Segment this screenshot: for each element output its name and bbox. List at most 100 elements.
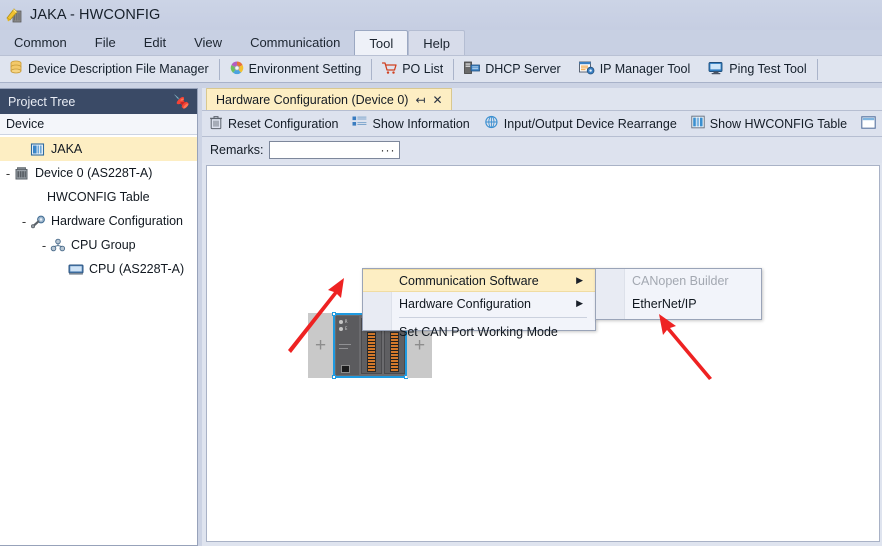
menu-communication[interactable]: Communication xyxy=(236,30,354,55)
selection-handle[interactable] xyxy=(332,375,336,379)
ribbon-device-description-file-manager[interactable]: Device Description File Manager xyxy=(0,56,218,82)
trash-icon xyxy=(209,115,223,133)
remarks-ellipsis-button[interactable]: ··· xyxy=(380,145,399,155)
ip-manager-icon xyxy=(579,61,595,78)
tree-item-jaka[interactable]: JAKA xyxy=(0,137,197,161)
device-icon xyxy=(14,166,30,181)
tree-item-device-0[interactable]: - Device 0 (AS228T-A) xyxy=(0,161,197,185)
tree-item-cpu[interactable]: CPU (AS228T-A) xyxy=(0,257,197,281)
shopping-cart-icon xyxy=(382,61,397,78)
show-hwconfig-table-button[interactable]: Show HWCONFIG Table xyxy=(684,111,854,136)
submenu-item-ethernet-ip[interactable]: EtherNet/IP xyxy=(596,292,761,315)
tree-item-cpu-group[interactable]: - CPU Group xyxy=(0,233,197,257)
tree-item-label: CPU Group xyxy=(71,238,136,252)
tree-expander[interactable]: - xyxy=(2,166,14,181)
add-slot-label: + xyxy=(315,335,326,357)
group-icon xyxy=(50,238,66,253)
project-tree-header: Project Tree 📌 xyxy=(0,89,197,114)
input-output-device-rearrange-button[interactable]: Input/Output Device Rearrange xyxy=(477,111,684,136)
tree-expander[interactable]: - xyxy=(18,214,30,229)
ribbon-label: Ping Test Tool xyxy=(729,62,806,76)
context-menu-item-label: Set CAN Port Working Mode xyxy=(399,325,558,339)
remarks-label: Remarks: xyxy=(210,143,263,157)
app-hwconfig-icon xyxy=(6,6,24,24)
ribbon-label: DHCP Server xyxy=(485,62,560,76)
tree-item-hardware-configuration[interactable]: - Hardware Configuration xyxy=(0,209,197,233)
rearrange-icon xyxy=(484,115,499,132)
ribbon-label: Environment Setting xyxy=(249,62,362,76)
title-bar: JAKA - HWCONFIG xyxy=(0,0,882,30)
status-led xyxy=(339,320,343,324)
close-icon[interactable]: ✕ xyxy=(433,93,443,107)
status-led xyxy=(339,327,343,331)
toolbar-label: Input/Output Device Rearrange xyxy=(504,117,677,131)
window-layout-button[interactable] xyxy=(854,111,882,136)
menu-edit[interactable]: Edit xyxy=(130,30,180,55)
submenu-item-label: EtherNet/IP xyxy=(632,297,697,311)
server-icon xyxy=(464,61,480,78)
application-window: JAKA - HWCONFIG Common File Edit View Co… xyxy=(0,0,882,546)
tree-column-header: Device xyxy=(0,114,197,135)
menu-help[interactable]: Help xyxy=(408,30,465,55)
submenu-item-canopen-builder: CANopen Builder xyxy=(596,269,761,292)
menu-tool[interactable]: Tool xyxy=(354,30,408,55)
tree-item-hwconfig-table[interactable]: HWCONFIG Table xyxy=(0,185,197,209)
color-wheel-icon xyxy=(230,61,244,78)
tree-item-label: CPU (AS228T-A) xyxy=(89,262,184,276)
project-icon xyxy=(30,142,46,157)
context-menu-item-set-can-port-working-mode[interactable]: Set CAN Port Working Mode xyxy=(363,320,595,343)
monitor-icon xyxy=(708,61,724,78)
menu-view[interactable]: View xyxy=(180,30,236,55)
empty-slot-left[interactable]: + xyxy=(308,313,333,378)
cpu-icon xyxy=(68,262,84,277)
table-icon xyxy=(691,115,705,132)
cpu-module-body: R E xyxy=(336,316,359,375)
reset-configuration-button[interactable]: Reset Configuration xyxy=(202,111,345,136)
tab-label: Hardware Configuration (Device 0) xyxy=(216,93,408,107)
ribbon-label: PO List xyxy=(402,62,443,76)
toolbar-label: Reset Configuration xyxy=(228,117,338,131)
menu-common[interactable]: Common xyxy=(0,30,81,55)
pin-icon[interactable]: 📌 xyxy=(173,93,189,109)
tree-column-header-label: Device xyxy=(6,117,44,131)
tree-expander[interactable]: - xyxy=(38,238,50,253)
context-menu-item-communication-software[interactable]: Communication Software ▶ xyxy=(363,269,595,292)
list-info-icon xyxy=(352,115,367,132)
ribbon-separator xyxy=(371,59,372,80)
document-toolbar: Reset Configuration Show Information xyxy=(202,110,882,137)
menu-file[interactable]: File xyxy=(81,30,130,55)
tool-ribbon: Device Description File Manager Environm… xyxy=(0,55,882,83)
project-tree: JAKA - Device 0 (AS228T-A) H xyxy=(0,135,197,281)
context-submenu: CANopen Builder EtherNet/IP xyxy=(595,268,762,320)
ribbon-ip-manager-tool[interactable]: IP Manager Tool xyxy=(570,56,700,82)
ribbon-po-list[interactable]: PO List xyxy=(373,56,452,82)
toolbar-label: Show Information xyxy=(372,117,469,131)
tab-hardware-configuration[interactable]: Hardware Configuration (Device 0) ↤ ✕ xyxy=(206,88,452,110)
submenu-item-label: CANopen Builder xyxy=(632,274,729,288)
database-icon xyxy=(9,60,23,78)
context-menu-item-label: Hardware Configuration xyxy=(399,297,531,311)
ribbon-dhcp-server[interactable]: DHCP Server xyxy=(455,56,569,82)
tree-item-label: JAKA xyxy=(51,142,82,156)
window-pane-icon xyxy=(861,116,876,132)
ribbon-ping-test-tool[interactable]: Ping Test Tool xyxy=(699,56,815,82)
chevron-right-icon: ▶ xyxy=(576,275,583,286)
tree-item-label: Hardware Configuration xyxy=(51,214,183,228)
ribbon-environment-setting[interactable]: Environment Setting xyxy=(221,56,371,82)
hardware-icon xyxy=(30,214,46,229)
remarks-row: Remarks: ··· xyxy=(202,137,882,163)
context-menu-divider xyxy=(399,317,587,318)
selection-handle[interactable] xyxy=(332,312,336,316)
hardware-configuration-canvas[interactable]: + R E xyxy=(206,165,880,542)
cpu-port xyxy=(341,365,350,373)
ribbon-label: IP Manager Tool xyxy=(600,62,691,76)
ribbon-separator xyxy=(219,59,220,80)
remarks-input[interactable]: ··· xyxy=(269,141,400,159)
context-menu-item-hardware-configuration[interactable]: Hardware Configuration ▶ xyxy=(363,292,595,315)
toolbar-label: Show HWCONFIG Table xyxy=(710,117,847,131)
tree-item-label: HWCONFIG Table xyxy=(47,190,150,204)
show-information-button[interactable]: Show Information xyxy=(345,111,476,136)
pin-icon[interactable]: ↤ xyxy=(415,93,425,107)
context-menu: Communication Software ▶ Hardware Config… xyxy=(362,268,596,331)
ribbon-label: Device Description File Manager xyxy=(28,62,209,76)
